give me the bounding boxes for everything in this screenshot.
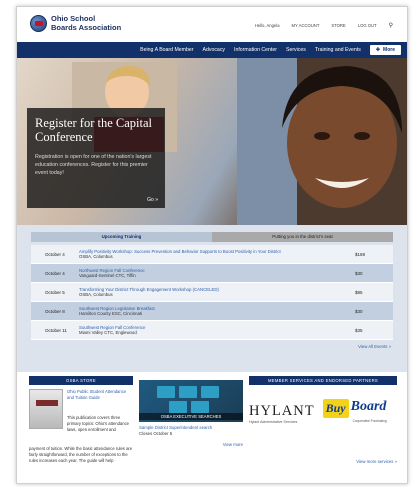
- page: Ohio School Boards Association Hello, An…: [16, 6, 408, 484]
- event-info: Transforming Your District Through Engag…: [73, 287, 355, 298]
- partners-panel: MEMBER SERVICES AND ENDORSED PARTNERS HY…: [249, 376, 397, 483]
- event-location: OSBA, Columbus: [79, 254, 113, 259]
- event-date: October 8: [45, 308, 65, 314]
- partner-logos: HYLANT Hylant Administrative Services Bu…: [249, 393, 397, 433]
- my-account-link[interactable]: MY ACCOUNT: [292, 23, 320, 28]
- event-info: Southwest Region Legislative Breakfast H…: [73, 306, 355, 317]
- hero-title[interactable]: Register for the Capital Conference: [35, 116, 157, 144]
- event-location: Miami Valley CTC, Englewood: [79, 330, 137, 335]
- log-out-link[interactable]: LOG OUT: [358, 23, 377, 28]
- event-price: $35: [355, 327, 363, 333]
- more-label: More: [383, 47, 395, 53]
- tab-district-seat[interactable]: Putting you in the district's seat: [212, 232, 393, 242]
- event-date: October 11: [45, 327, 67, 333]
- bottom-panels: OSBA STORE Ohio Public Student Attendanc…: [17, 372, 407, 483]
- org-name[interactable]: Ohio School Boards Association: [51, 14, 122, 32]
- store-product-title[interactable]: Ohio Public Student Attendance and Tuiti…: [67, 389, 131, 401]
- store-product-text: This publication covers three primary to…: [67, 415, 130, 432]
- store-panel: OSBA STORE Ohio Public Student Attendanc…: [29, 376, 133, 483]
- nav-item-board-member[interactable]: Being A Board Member: [140, 47, 193, 53]
- view-all-events-link[interactable]: View All Events »: [31, 344, 393, 349]
- store-product-image[interactable]: [29, 389, 63, 429]
- student-photo-girl: [237, 58, 407, 225]
- nav-item-training-events[interactable]: Training and Events: [315, 47, 361, 53]
- event-location: OSBA, Columbus: [79, 292, 113, 297]
- buyboard-logo[interactable]: Buy Board Cooperative Purchasing: [322, 399, 393, 427]
- osba-logo[interactable]: [30, 15, 47, 32]
- org-name-line2: Boards Association: [51, 22, 122, 32]
- buyboard-board: Board: [350, 399, 387, 414]
- main-nav: Being A Board Member Advocacy Informatio…: [17, 42, 407, 58]
- partners-view-more-link[interactable]: View more services »: [249, 459, 397, 464]
- store-heading: OSBA STORE: [29, 376, 133, 385]
- event-date: October 4: [45, 251, 65, 257]
- plus-icon: ✚: [375, 47, 381, 53]
- event-info: Northwest Region Fall Conference Vanguar…: [73, 268, 355, 279]
- hero-banner[interactable]: Register for the Capital Conference Regi…: [17, 58, 407, 225]
- exec-image-label: OSBA EXECUTIVE SEARCHES: [139, 413, 243, 420]
- tab-upcoming-training[interactable]: Upcoming Training: [31, 232, 212, 242]
- nav-item-advocacy[interactable]: Advocacy: [203, 47, 226, 53]
- event-location: Vanguard-Sentinel CTC, Tiffin: [79, 273, 136, 278]
- buyboard-tagline: Cooperative Purchasing: [352, 419, 387, 423]
- event-row: October 5 Transforming Your District Thr…: [31, 283, 393, 302]
- event-location: Hamilton County ESC, Cincinnati: [79, 311, 143, 316]
- keyboard-image[interactable]: OSBA EXECUTIVE SEARCHES: [139, 380, 243, 422]
- hero-promo-box: Register for the Capital Conference Regi…: [27, 108, 165, 208]
- hero-text: Registration is open for one of the nati…: [35, 154, 152, 176]
- events-section: Upcoming Training Putting you in the dis…: [17, 225, 407, 372]
- hero-go-link[interactable]: Go »: [147, 197, 158, 203]
- more-button[interactable]: ✚ More: [369, 45, 401, 55]
- event-row: October 4 Northwest Region Fall Conferen…: [31, 264, 393, 283]
- nav-item-services[interactable]: Services: [286, 47, 306, 53]
- event-price: $30: [355, 270, 363, 276]
- nav-item-information-center[interactable]: Information Center: [234, 47, 277, 53]
- exec-view-more-link[interactable]: View more: [139, 442, 243, 447]
- store-body: Ohio Public Student Attendance and Tuiti…: [29, 385, 133, 481]
- event-info: Amplify Positivity Workshop: Success Pre…: [73, 249, 355, 260]
- exec-search-closing: Closes October 5: [139, 430, 173, 436]
- event-price: $30: [355, 308, 363, 314]
- header: Ohio School Boards Association Hello, An…: [17, 7, 407, 42]
- event-date: October 4: [45, 270, 65, 276]
- hylant-tagline: Hylant Administrative Services: [249, 419, 298, 424]
- events-tabs: Upcoming Training Putting you in the dis…: [31, 232, 393, 242]
- store-product-text-continued: payment of tuition. While the basic atte…: [29, 446, 133, 463]
- utility-nav: Hello, Angela MY ACCOUNT STORE LOG OUT ⚲: [255, 22, 393, 29]
- buyboard-buy: Buy: [322, 399, 349, 418]
- event-price: $169: [355, 251, 366, 257]
- event-row: October 4 Amplify Positivity Workshop: S…: [31, 245, 393, 264]
- event-info: Southwest Region Fall Conference Miami V…: [73, 325, 355, 336]
- greeting: Hello, Angela: [254, 23, 280, 28]
- store-link[interactable]: STORE: [331, 23, 345, 28]
- hylant-wordmark: HYLANT: [249, 402, 315, 419]
- executive-search-panel: OSBA EXECUTIVE SEARCHES Sample District …: [139, 376, 243, 483]
- event-price: $85: [355, 289, 363, 295]
- hylant-logo[interactable]: HYLANT Hylant Administrative Services: [249, 403, 315, 424]
- partners-heading: MEMBER SERVICES AND ENDORSED PARTNERS: [249, 376, 397, 385]
- event-row: October 8 Southwest Region Legislative B…: [31, 302, 393, 321]
- event-date: October 5: [45, 289, 65, 295]
- event-row: October 11 Southwest Region Fall Confere…: [31, 321, 393, 340]
- search-icon[interactable]: ⚲: [389, 22, 393, 29]
